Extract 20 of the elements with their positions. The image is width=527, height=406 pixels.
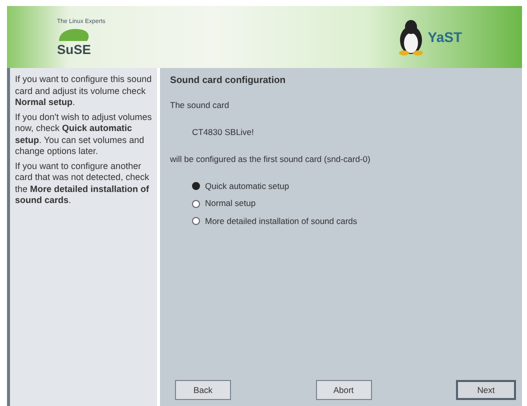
logo-text: SuSE	[57, 43, 91, 56]
dialog-button[interactable]: Next	[456, 380, 516, 400]
help-paragraph: If you don't wish to adjust volumes now, check Quick automatic setup. You can set volumes and change options later.	[15, 112, 152, 158]
intro-text: The sound card	[170, 99, 230, 112]
radio-button[interactable]	[192, 182, 200, 190]
outro-text: will be configured as the first sound card (snd-card-0)	[170, 152, 372, 166]
help-paragraph: If you want to configure another card that was not detected, check the More detailed installation of sound cards.	[15, 160, 150, 206]
card-name: CT4830 SBLive!	[192, 126, 255, 139]
radio-button[interactable]	[192, 217, 200, 226]
dialog-button[interactable]: Back	[175, 380, 231, 400]
help-paragraph: If you want to configure this sound card and adjust its volume check Normal setup.	[15, 74, 152, 108]
option-label[interactable]: Normal setup	[205, 197, 256, 210]
penguin-icon	[398, 18, 424, 56]
option-label[interactable]: Quick automatic setup	[205, 180, 290, 192]
dialog-button[interactable]: Abort	[316, 380, 372, 400]
chameleon-icon	[57, 27, 91, 43]
page-title: Sound card configuration	[170, 74, 287, 88]
option-label[interactable]: More detailed installation of sound cards	[205, 215, 358, 228]
product-logo-text: YaST	[428, 28, 462, 46]
radio-button[interactable]	[192, 200, 200, 208]
